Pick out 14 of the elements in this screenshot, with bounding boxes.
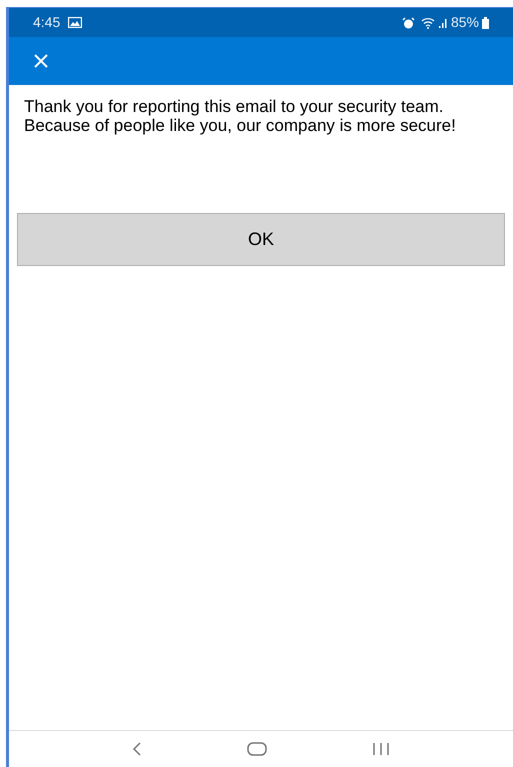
back-icon[interactable] bbox=[132, 742, 142, 756]
home-icon[interactable] bbox=[246, 742, 267, 756]
message-text: Thank you for reporting this email to your security team. Because of people like you, our company is more secure! bbox=[24, 97, 457, 135]
wifi-icon bbox=[420, 16, 436, 28]
alarm-icon bbox=[402, 16, 415, 28]
status-time: 4:45 bbox=[33, 13, 60, 32]
recent-apps-icon[interactable] bbox=[372, 742, 390, 756]
battery-icon bbox=[482, 16, 489, 28]
close-button[interactable] bbox=[33, 53, 49, 69]
image-icon bbox=[68, 17, 82, 28]
close-icon bbox=[34, 54, 48, 68]
signal-icon bbox=[438, 16, 448, 28]
ok-button[interactable]: OK bbox=[17, 213, 505, 266]
battery-percent: 85% bbox=[450, 13, 479, 32]
